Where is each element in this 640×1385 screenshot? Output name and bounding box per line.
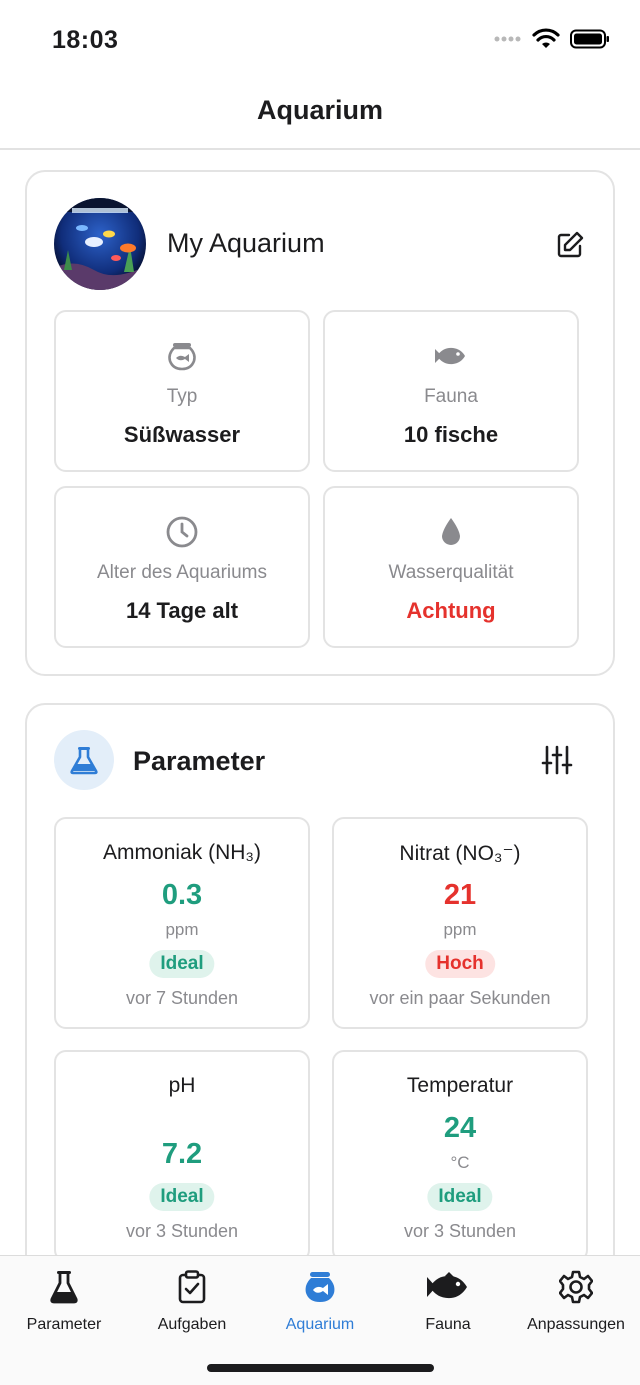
wifi-icon — [532, 28, 560, 48]
tab-label: Aufgaben — [157, 1316, 227, 1333]
home-indicator[interactable] — [207, 1364, 434, 1372]
tab-fauna[interactable]: Fauna — [384, 1268, 512, 1334]
tile-type-value: Süßwasser — [123, 422, 241, 447]
param-unit: ppm — [443, 920, 477, 939]
fishbowl-icon — [305, 1272, 335, 1302]
param-value: 0.3 — [161, 879, 203, 911]
param-name: pH — [168, 1074, 196, 1097]
flask-icon — [50, 1271, 78, 1304]
battery-icon — [570, 29, 609, 49]
clock-icon — [166, 516, 198, 548]
tab-label: Fauna — [425, 1316, 471, 1333]
tile-fauna-value: 10 fische — [403, 422, 499, 447]
tile-age-label: Alter des Aquariums — [96, 562, 268, 583]
signal-icon — [494, 36, 521, 42]
tile-fauna-label: Fauna — [424, 386, 478, 407]
page-title: Aquarium — [256, 95, 383, 125]
param-time: vor 3 Stunden — [403, 1221, 517, 1241]
param-name: Ammoniak (NH₃) — [103, 841, 261, 864]
status-badge: Ideal — [427, 1183, 493, 1211]
parameters-header-icon — [54, 730, 114, 790]
param-value: 21 — [443, 879, 477, 911]
tab-aufgaben[interactable]: Aufgaben — [128, 1268, 256, 1334]
param-value: 7.2 — [161, 1138, 203, 1170]
parameters-title: Parameter — [133, 746, 266, 776]
tab-label: Aquarium — [285, 1316, 355, 1333]
status-time: 18:03 — [52, 26, 119, 54]
status-badge: Ideal — [149, 950, 215, 978]
param-time: vor ein paar Sekunden — [369, 988, 551, 1008]
param-tile-nitrate[interactable]: Nitrat (NO₃⁻) 21 ppm Hoch vor ein paar S… — [332, 817, 588, 1029]
fish-icon — [435, 347, 465, 365]
gear-icon — [559, 1270, 593, 1304]
tile-water-quality: Wasserqualität Achtung — [323, 486, 579, 648]
flask-icon — [70, 747, 98, 775]
param-tile-temperature[interactable]: Temperatur 24 °C Ideal vor 3 Stunden — [332, 1050, 588, 1262]
param-tile-ammonia[interactable]: Ammoniak (NH₃) 0.3 ppm Ideal vor 7 Stund… — [54, 817, 310, 1029]
aquarium-card: My Aquarium Typ Süßwasser Fauna 10 fisch… — [25, 170, 615, 676]
tile-type: Typ Süßwasser — [54, 310, 310, 472]
param-time: vor 3 Stunden — [125, 1221, 239, 1241]
status-badge: Ideal — [149, 1183, 215, 1211]
tab-label: Parameter — [26, 1316, 102, 1333]
tile-fauna: Fauna 10 fische — [323, 310, 579, 472]
parameters-card: Parameter Ammoniak (NH₃) 0.3 ppm Ideal v… — [25, 703, 615, 1323]
param-name: Temperatur — [406, 1074, 514, 1097]
param-time: vor 7 Stunden — [125, 988, 239, 1008]
edit-icon — [557, 231, 584, 258]
water-drop-icon — [442, 518, 460, 545]
tile-water-quality-value: Achtung — [406, 598, 496, 623]
fishbowl-icon — [168, 343, 196, 371]
status-badge: Hoch — [425, 950, 495, 978]
filter-button[interactable] — [541, 745, 575, 779]
sliders-icon — [541, 745, 573, 775]
tab-bar: Parameter Aufgaben Aquarium Fauna Anpass… — [0, 1255, 640, 1385]
nav-divider — [0, 148, 640, 150]
param-value: 24 — [443, 1112, 477, 1144]
param-tile-ph[interactable]: pH 7.2 Ideal vor 3 Stunden — [54, 1050, 310, 1262]
edit-button[interactable] — [553, 228, 587, 262]
aquarium-name: My Aquarium — [167, 228, 325, 258]
tile-age-value: 14 Tage alt — [125, 598, 239, 623]
tile-water-quality-label: Wasserqualität — [388, 562, 514, 583]
tab-parameter[interactable]: Parameter — [0, 1268, 128, 1334]
param-unit: ppm — [165, 920, 199, 939]
aquarium-avatar[interactable] — [54, 198, 146, 290]
param-unit: °C — [450, 1153, 470, 1172]
status-icons — [494, 28, 610, 50]
tab-aquarium[interactable]: Aquarium — [256, 1268, 384, 1334]
tile-age: Alter des Aquariums 14 Tage alt — [54, 486, 310, 648]
clipboard-check-icon — [178, 1270, 206, 1304]
tab-anpassungen[interactable]: Anpassungen — [512, 1268, 640, 1334]
tile-type-label: Typ — [166, 386, 198, 407]
param-name: Nitrat (NO₃⁻) — [399, 842, 521, 865]
tab-label: Anpassungen — [527, 1316, 625, 1333]
status-bar: 18:03 — [0, 0, 640, 80]
fish-icon — [427, 1272, 467, 1299]
